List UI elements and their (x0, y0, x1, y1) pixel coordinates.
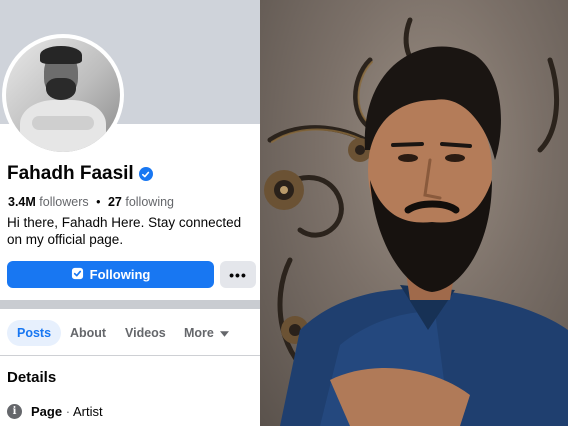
details-heading: Details (7, 369, 57, 386)
chevron-down-icon (219, 326, 229, 340)
tabs-divider (0, 355, 260, 356)
followers-label[interactable]: followers (39, 195, 88, 209)
info-icon: i (7, 404, 22, 419)
profile-name-row: Fahadh Faasil (7, 163, 153, 185)
more-options-button[interactable]: ••• (220, 261, 256, 288)
profile-bio: Hi there, Fahadh Here. Stay connected on… (7, 215, 242, 247)
more-options-icon: ••• (229, 266, 247, 283)
following-check-icon (71, 267, 84, 283)
avatar-image (6, 38, 120, 152)
tab-posts[interactable]: Posts (7, 320, 62, 346)
page-category: Artist (72, 404, 103, 419)
followers-count[interactable]: 3.4M (8, 195, 36, 209)
profile-avatar[interactable] (2, 34, 124, 156)
profile-panel: Fahadh Faasil 3.4M followers • 27 follow… (0, 0, 260, 426)
portrait-illustration (264, 17, 568, 426)
profile-tabs: Posts About Videos More (0, 318, 260, 348)
following-button[interactable]: Following (7, 261, 214, 288)
portrait-photo (260, 0, 568, 426)
tab-videos[interactable]: Videos (125, 320, 166, 346)
page-separator: · (65, 404, 71, 419)
stats-separator: • (96, 195, 101, 209)
profile-name: Fahadh Faasil (7, 163, 134, 184)
section-divider (0, 300, 260, 309)
page-label: Page (31, 404, 63, 419)
following-button-label: Following (89, 267, 151, 282)
tab-more[interactable]: More (184, 320, 229, 346)
follow-stats: 3.4M followers • 27 following (8, 195, 174, 209)
tab-about[interactable]: About (70, 320, 106, 346)
page-category-row: i Page · Artist (7, 404, 103, 419)
following-count[interactable]: 27 (108, 195, 122, 209)
following-label[interactable]: following (125, 195, 174, 209)
verified-badge-icon (138, 167, 153, 181)
